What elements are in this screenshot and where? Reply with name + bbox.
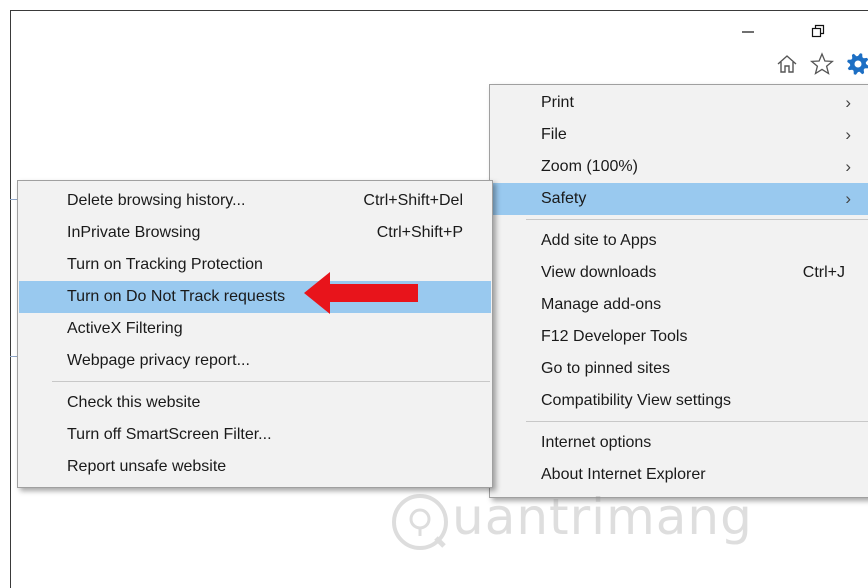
tools-menu-item-f12-developer-tools[interactable]: F12 Developer Tools xyxy=(491,321,868,353)
menu-item-label: Go to pinned sites xyxy=(541,360,670,377)
menu-item-label: Compatibility View settings xyxy=(541,392,732,409)
home-button[interactable] xyxy=(775,52,799,76)
chevron-right-icon: › xyxy=(845,157,851,176)
restore-button[interactable] xyxy=(803,19,833,43)
watermark-logo xyxy=(392,494,448,550)
menu-item-label: F12 Developer Tools xyxy=(541,328,688,345)
menu-item-label: Zoom (100%) xyxy=(541,158,638,175)
tools-menu-item-view-downloads[interactable]: View downloads Ctrl+J xyxy=(491,257,868,289)
minimize-button[interactable] xyxy=(733,19,763,43)
menu-item-label: Report unsafe website xyxy=(67,458,227,475)
tools-menu-item-compatibility-view-settings[interactable]: Compatibility View settings xyxy=(491,385,868,417)
safety-menu-item-turn-off-smartscreen-filter[interactable]: Turn off SmartScreen Filter... xyxy=(19,419,491,451)
home-icon xyxy=(777,55,797,73)
safety-menu-item-report-unsafe-website[interactable]: Report unsafe website xyxy=(19,451,491,483)
tools-menu-item-file[interactable]: File › xyxy=(491,119,868,151)
safety-menu-item-webpage-privacy-report[interactable]: Webpage privacy report... xyxy=(19,345,491,377)
safety-submenu: Delete browsing history... Ctrl+Shift+Del… xyxy=(17,180,493,488)
menu-item-shortcut: Ctrl+Shift+P xyxy=(376,224,463,241)
chevron-right-icon: › xyxy=(845,189,851,208)
tools-button[interactable] xyxy=(846,52,868,76)
safety-menu-item-delete-browsing-history[interactable]: Delete browsing history... Ctrl+Shift+Del xyxy=(19,185,491,217)
menu-item-shortcut: Ctrl+J xyxy=(802,264,845,281)
tools-menu-item-add-site-to-apps[interactable]: Add site to Apps xyxy=(491,225,868,257)
star-icon xyxy=(810,52,834,75)
safety-menu-item-check-this-website[interactable]: Check this website xyxy=(19,387,491,419)
menu-item-label: Turn off SmartScreen Filter... xyxy=(67,426,272,443)
menu-separator xyxy=(526,421,868,422)
safety-menu-item-activex-filtering[interactable]: ActiveX Filtering xyxy=(19,313,491,345)
menu-item-label: Turn on Do Not Track requests xyxy=(67,288,286,305)
menu-item-label: View downloads xyxy=(541,264,657,281)
menu-item-shortcut: Ctrl+Shift+Del xyxy=(363,192,463,209)
menu-separator xyxy=(52,381,490,382)
menu-item-label: File xyxy=(541,126,567,143)
tools-menu-item-print[interactable]: Print › xyxy=(491,87,868,119)
menu-item-label: ActiveX Filtering xyxy=(67,320,183,337)
safety-menu-item-inprivate-browsing[interactable]: InPrivate Browsing Ctrl+Shift+P xyxy=(19,217,491,249)
watermark-text: uantrimang xyxy=(452,488,753,546)
menu-item-label: Manage add-ons xyxy=(541,296,662,313)
menu-item-label: Check this website xyxy=(67,394,201,411)
menu-item-label: Webpage privacy report... xyxy=(67,352,250,369)
menu-item-label: Add site to Apps xyxy=(541,232,657,249)
menu-separator xyxy=(526,219,868,220)
menu-item-label: InPrivate Browsing xyxy=(67,224,201,241)
watermark: uantrimang xyxy=(390,484,752,564)
menu-item-label: Print xyxy=(541,94,574,111)
minimize-icon xyxy=(742,31,754,33)
menu-item-label: Turn on Tracking Protection xyxy=(67,256,263,273)
tools-menu-item-go-to-pinned-sites[interactable]: Go to pinned sites xyxy=(491,353,868,385)
tools-menu-item-manage-add-ons[interactable]: Manage add-ons xyxy=(491,289,868,321)
annotation-arrow xyxy=(304,272,418,314)
chevron-right-icon: › xyxy=(845,93,851,112)
tools-menu-item-safety[interactable]: Safety › xyxy=(491,183,868,215)
tools-menu: Print › File › Zoom (100%) › Safety › Add site t… xyxy=(489,84,868,498)
menu-item-label: Safety xyxy=(541,190,587,207)
tools-menu-item-zoom-100[interactable]: Zoom (100%) › xyxy=(491,151,868,183)
gear-icon xyxy=(847,53,868,75)
menu-item-label: Internet options xyxy=(541,434,652,451)
tools-menu-item-internet-options[interactable]: Internet options xyxy=(491,427,868,459)
restore-icon xyxy=(811,24,825,38)
chevron-right-icon: › xyxy=(845,125,851,144)
favorites-button[interactable] xyxy=(810,52,834,76)
menu-item-label: Delete browsing history... xyxy=(67,192,246,209)
